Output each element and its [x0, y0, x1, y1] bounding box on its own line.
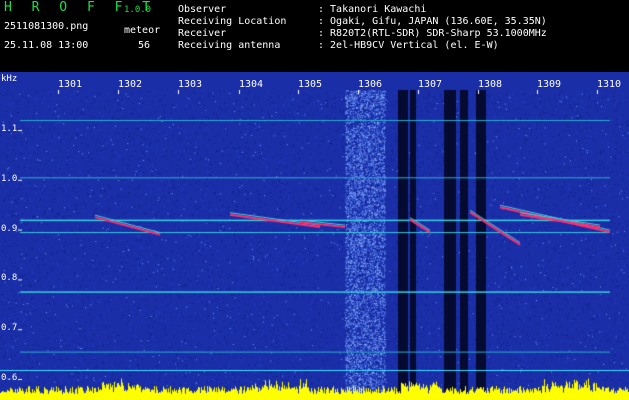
y-tick-label: 0.7: [1, 323, 18, 333]
observer-label: Observer: [178, 4, 227, 15]
y-tick-label: 0.9: [1, 224, 18, 234]
x-tick-label: 1308: [478, 79, 503, 90]
x-tick-label: 1306: [358, 79, 383, 90]
y-tick-label: 1.1: [1, 124, 18, 134]
antenna-value: : 2el-HB9CV Vertical (el. E-W): [318, 40, 499, 51]
spectrogram-canvas: [0, 72, 629, 400]
x-tick-label: 1302: [118, 79, 143, 90]
antenna-label: Receiving antenna: [178, 40, 281, 51]
frequency-unit-label: kHz: [1, 74, 18, 84]
x-tick-label: 1310: [597, 79, 622, 90]
receiver-label: Receiver: [178, 28, 227, 39]
x-tick-label: 1304: [239, 79, 264, 90]
location-value: : Ogaki, Gifu, JAPAN (136.60E, 35.35N): [318, 16, 547, 27]
y-tick-label: 0.6: [1, 373, 18, 383]
x-tick-label: 1305: [298, 79, 323, 90]
timestamp: 25.11.08 13:00: [4, 40, 89, 51]
observer-value: : Takanori Kawachi: [318, 4, 427, 15]
meteor-label: meteor: [124, 25, 161, 36]
receiver-value: : R820T2(RTL-SDR) SDR-Sharp 53.1000MHz: [318, 28, 547, 39]
x-tick-label: 1309: [537, 79, 562, 90]
location-label: Receiving Location: [178, 16, 287, 27]
x-tick-label: 1307: [418, 79, 443, 90]
meteor-count: 56: [138, 40, 151, 51]
x-tick-label: 1301: [58, 79, 83, 90]
header-panel: H R O F F T 1.0.0 2511081300.png 25.11.0…: [0, 0, 629, 72]
y-tick-label: 0.8: [1, 273, 18, 283]
app-version: 1.0.0: [124, 5, 152, 15]
y-tick-label: 1.0: [1, 174, 18, 184]
file-name: 2511081300.png: [4, 21, 89, 32]
x-tick-label: 1303: [178, 79, 203, 90]
